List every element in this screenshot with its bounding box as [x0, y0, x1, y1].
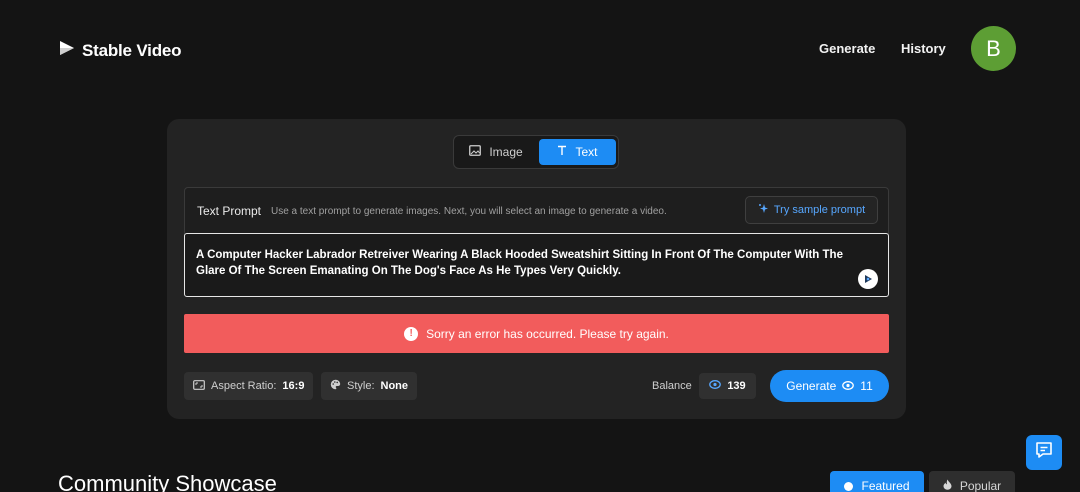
prompt-hint: Use a text prompt to generate images. Ne… [271, 206, 667, 217]
text-icon [557, 145, 567, 159]
generator-card: Image Text Text Prompt Use a text prompt… [167, 119, 906, 419]
balance-value: 139 [727, 380, 746, 392]
mode-text-button[interactable]: Text [539, 139, 616, 165]
avatar[interactable]: B [971, 26, 1016, 71]
error-banner: ! Sorry an error has occurred. Please tr… [184, 314, 889, 353]
tab-featured-label: Featured [861, 479, 910, 492]
dot-icon [844, 481, 854, 491]
mode-image-button[interactable]: Image [458, 139, 534, 165]
mode-image-label: Image [489, 145, 523, 159]
prompt-header: Text Prompt Use a text prompt to generat… [185, 188, 888, 234]
try-sample-prompt-button[interactable]: Try sample prompt [745, 196, 878, 224]
logo[interactable]: Stable Video [58, 39, 182, 62]
app-name: Stable Video [82, 40, 182, 60]
aspect-ratio-button[interactable]: Aspect Ratio: 16:9 [184, 372, 314, 400]
flame-icon [943, 479, 952, 492]
generate-label: Generate [786, 379, 837, 393]
enhance-icon[interactable] [858, 269, 878, 289]
tab-popular[interactable]: Popular [929, 471, 1015, 492]
mode-switch: Image Text [453, 135, 619, 169]
credits-icon [709, 380, 722, 392]
chat-icon [1034, 440, 1054, 465]
aspect-ratio-value: 16:9 [282, 380, 305, 392]
mode-text-label: Text [575, 145, 598, 159]
tab-popular-label: Popular [959, 479, 1002, 492]
prompt-text: A Computer Hacker Labrador Retreiver Wea… [196, 249, 843, 277]
sparkle-icon [758, 203, 769, 217]
aspect-ratio-label: Aspect Ratio: [211, 380, 277, 392]
generate-cost: 11 [860, 379, 873, 393]
header: Stable Video Generate History B [0, 0, 1080, 96]
nav-history-link[interactable]: History [901, 41, 946, 56]
balance-label: Balance [652, 380, 692, 392]
error-message: Sorry an error has occurred. Please try … [426, 326, 669, 341]
alert-icon: ! [404, 326, 419, 341]
style-button[interactable]: Style: None [321, 372, 418, 400]
credits-icon [842, 379, 855, 393]
balance-pill: 139 [699, 373, 756, 399]
style-label: Style: [347, 380, 375, 392]
showcase-title: Community Showcase [58, 471, 277, 492]
tab-featured[interactable]: Featured [830, 471, 924, 492]
prompt-textarea[interactable]: A Computer Hacker Labrador Retreiver Wea… [184, 233, 889, 297]
play-logo-icon [58, 39, 76, 62]
prompt-label: Text Prompt [197, 204, 262, 218]
style-value: None [380, 380, 409, 392]
palette-icon [330, 379, 341, 393]
aspect-ratio-icon [193, 379, 205, 393]
try-sample-prompt-label: Try sample prompt [773, 204, 866, 216]
nav-generate-link[interactable]: Generate [819, 41, 875, 56]
generate-button[interactable]: Generate 11 [770, 370, 889, 402]
chat-button[interactable] [1026, 435, 1062, 470]
prompt-box: Text Prompt Use a text prompt to generat… [184, 187, 889, 297]
image-icon [469, 145, 482, 159]
